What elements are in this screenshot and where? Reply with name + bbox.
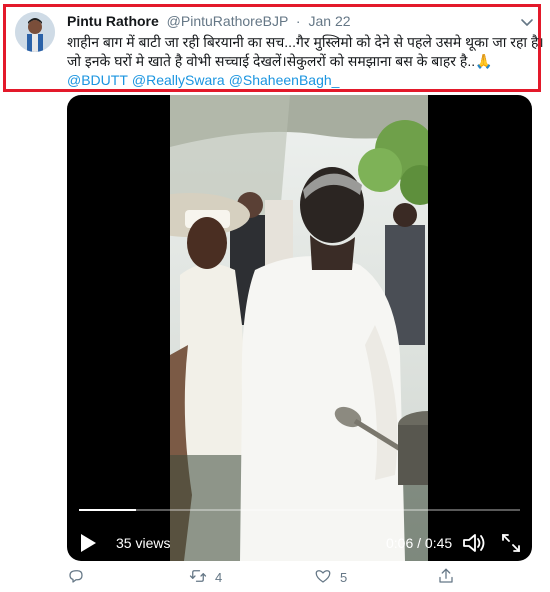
mention-link[interactable]: @ShaheenBagh_ bbox=[229, 72, 340, 88]
fullscreen-icon[interactable] bbox=[499, 531, 523, 555]
retweet-icon bbox=[189, 567, 207, 588]
retweet-count: 4 bbox=[215, 569, 223, 585]
tweet-text-line: जो इनके घरों मे खाते है वोभी सच्चाई देखल… bbox=[67, 53, 493, 69]
avatar[interactable] bbox=[15, 12, 55, 52]
like-count: 5 bbox=[340, 569, 348, 585]
author-name[interactable]: Pintu Rathore bbox=[67, 13, 159, 29]
tweet-actions: 4 5 bbox=[67, 565, 487, 589]
reply-icon bbox=[67, 567, 85, 588]
reply-button[interactable] bbox=[67, 565, 93, 589]
tweet-header: Pintu Rathore @PintuRathoreBJP · Jan 22 bbox=[67, 13, 351, 29]
video-controls: 35 views 0:06 / 0:45 bbox=[67, 521, 532, 561]
separator-dot: · bbox=[295, 13, 301, 29]
video-progress-bar[interactable] bbox=[79, 509, 520, 511]
tweet-text-line: शाहीन बाग में बाटी जा रही बिरयानी का सच.… bbox=[67, 34, 544, 50]
tweet-date[interactable]: Jan 22 bbox=[308, 13, 350, 29]
video-player[interactable]: 35 views 0:06 / 0:45 bbox=[67, 95, 532, 561]
mention-link[interactable]: @ReallySwara bbox=[132, 72, 225, 88]
tweet-card[interactable]: Pintu Rathore @PintuRathoreBJP · Jan 22 … bbox=[0, 0, 550, 592]
share-icon bbox=[437, 567, 455, 588]
video-time: 0:06 / 0:45 bbox=[386, 535, 453, 551]
play-icon[interactable] bbox=[79, 533, 97, 553]
video-frame[interactable] bbox=[170, 95, 428, 561]
author-handle[interactable]: @PintuRathoreBJP bbox=[167, 13, 288, 29]
like-button[interactable]: 5 bbox=[314, 565, 347, 589]
retweet-button[interactable]: 4 bbox=[189, 565, 222, 589]
video-progress-fill bbox=[79, 509, 137, 511]
mentions-row: @BDUTT @ReallySwara @ShaheenBagh_ bbox=[67, 71, 537, 90]
share-button[interactable] bbox=[437, 565, 455, 589]
volume-icon[interactable] bbox=[461, 531, 487, 555]
tweet-text: शाहीन बाग में बाटी जा रही बिरयानी का सच.… bbox=[67, 33, 544, 90]
chevron-down-icon[interactable] bbox=[519, 14, 535, 30]
mention-link[interactable]: @BDUTT bbox=[67, 72, 128, 88]
like-icon bbox=[314, 567, 332, 588]
view-count: 35 views bbox=[116, 535, 171, 551]
